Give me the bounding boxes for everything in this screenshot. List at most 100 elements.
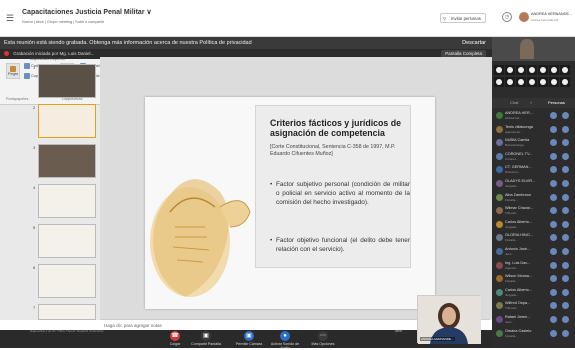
mic-status-icon[interactable] [550,193,557,201]
slide-thumbnail-selected[interactable]: 2 [33,104,96,138]
camera-status-icon[interactable] [562,112,569,119]
mic-status-icon[interactable] [550,220,557,228]
participant-tile[interactable] [516,77,526,87]
slide-thumbnail[interactable]: 3 [33,144,96,178]
chevron-down-icon[interactable]: ˅ [530,100,532,105]
mic-status-icon[interactable] [550,288,557,296]
participant-tile[interactable] [527,77,537,87]
participant-tile[interactable] [494,65,504,75]
avatar [496,112,503,119]
camera-status-icon[interactable] [562,261,569,269]
zoom-label[interactable]: 56% [395,329,402,333]
mic-status-icon[interactable] [550,234,557,242]
participant-row[interactable]: Rafael Jimen... Juez... [492,315,575,326]
participant-row[interactable]: Carlos Alberto... Juzgado... [492,220,575,231]
speaker-video[interactable] [492,37,575,61]
camera-status-icon[interactable] [562,152,569,160]
bullet-icon: • [270,237,273,244]
camera-status-icon[interactable] [562,180,569,187]
tab-chat[interactable]: Chat [510,100,518,105]
participant-tile[interactable] [560,77,570,87]
mic-status-icon[interactable] [550,316,557,323]
participant-tile[interactable] [494,77,504,87]
mic-status-icon[interactable] [550,207,557,215]
camera-status-icon[interactable] [562,316,569,323]
participant-row[interactable]: Carlos Alberto... Juzgado... [492,288,575,299]
thumbnail-tabs[interactable]: Diapositivas Esquema [30,57,95,63]
slide-thumbnail[interactable]: 4 [33,184,96,218]
participant-row[interactable]: GLORIA HINO... Fiscalía... [492,233,575,244]
tab-people[interactable]: Personas [548,100,565,105]
share-screen-button[interactable]: ▣ Compartir Pantalla [191,331,221,346]
slide-thumbnail[interactable]: 7 [33,304,96,320]
hamburger-menu-icon[interactable]: ☰ [6,13,14,24]
avatar [496,139,503,147]
participant-tile[interactable] [527,65,537,75]
mic-status-icon[interactable] [550,180,557,187]
participant-row[interactable]: NUBIA Camila Bucaramanga [492,138,575,149]
participant-tile[interactable] [505,77,515,87]
mic-status-icon[interactable] [550,112,557,119]
more-options-button[interactable]: ⋯ Más Opciones [308,331,338,346]
mic-status-icon[interactable] [550,152,557,160]
camera-status-icon[interactable] [562,234,569,242]
camera-status-icon[interactable] [562,275,569,283]
participant-row[interactable]: GLADYS ELVIR... Juzgado... [492,179,575,190]
camera-status-icon[interactable] [562,139,569,147]
participant-tile[interactable] [549,65,559,75]
user-avatar[interactable] [519,12,529,22]
camera-status-icon[interactable] [562,329,569,337]
camera-status-icon[interactable] [562,166,569,174]
slide-reference: [Corte Constitucional, Sentencia C-358 d… [270,144,396,157]
participant-row[interactable]: Antonio José... Juez... [492,247,575,258]
mic-status-icon[interactable] [550,275,557,283]
slide-thumbnail[interactable]: 5 [33,224,96,258]
camera-status-icon[interactable] [562,288,569,296]
mic-status-icon[interactable] [550,302,557,310]
mic-status-icon[interactable] [550,139,557,147]
participant-row[interactable]: ANDREA HER... andrea.her... [492,111,575,122]
meeting-title[interactable]: Capacitaciones Justicia Penal Militar ∨ [22,8,152,16]
microphone-button[interactable]: ● Activar Sonido de Audio [270,331,300,350]
thumb-number: 7 [33,305,36,310]
participant-row[interactable]: Ing. Luis Dav... Agencia... [492,261,575,272]
camera-status-icon[interactable] [562,125,569,133]
participant-tile[interactable] [538,77,548,87]
bullet-icon: • [270,181,273,188]
participant-tile[interactable] [516,65,526,75]
slide-thumbnail[interactable]: 1 [33,64,96,98]
participant-row[interactable]: CT. GERMAN... Dirección... [492,165,575,176]
slide-thumbnail[interactable]: 6 [33,264,96,298]
mic-status-icon[interactable] [550,125,557,133]
participant-row[interactable]: Wilson Monsa... Fiscalía... [492,274,575,285]
participant-tile[interactable] [505,65,515,75]
mic-status-icon[interactable] [550,248,557,255]
camera-status-icon[interactable] [562,193,569,201]
participant-row[interactable]: Alba Zambrano Fiscalía... [492,193,575,204]
participant-tile[interactable] [560,65,570,75]
participant-tile[interactable] [538,65,548,75]
invite-button[interactable]: ⚲ Invitar personas [440,13,486,23]
mic-status-icon[interactable] [550,166,557,174]
camera-status-icon[interactable] [562,248,569,255]
participant-tile[interactable] [549,77,559,87]
soldier-sketch-image [150,179,251,297]
paste-button[interactable]: Pegar [6,63,20,79]
self-view-video[interactable]: ANDREA HERNANDE... [417,295,481,344]
camera-status-icon[interactable] [562,207,569,215]
dismiss-banner-button[interactable]: Descartar [462,37,486,49]
participant-row[interactable]: Omaira Castelo Fiscalía... [492,329,575,340]
camera-status-icon[interactable] [562,302,569,310]
timer-icon[interactable]: ◷ [502,12,512,22]
participant-row[interactable]: Wilmar Chavar... Tribunal... [492,206,575,217]
hang-up-button[interactable]: ☎ Colgar [160,331,190,346]
camera-status-icon[interactable] [562,220,569,228]
camera-button[interactable]: ▣ Permitir Cámara [234,331,264,346]
mic-status-icon[interactable] [550,261,557,269]
avatar [496,261,503,269]
slide-content-box[interactable]: Criterios fácticos y jurídicos de asigna… [255,105,411,268]
participant-row[interactable]: Wilfred Ospa... Tribunal... [492,301,575,312]
participant-row[interactable]: Tenis villaloonga Agencia de... [492,125,575,136]
mic-status-icon[interactable] [550,329,557,337]
participant-row[interactable]: CORONEL TV... Coronel... [492,152,575,163]
